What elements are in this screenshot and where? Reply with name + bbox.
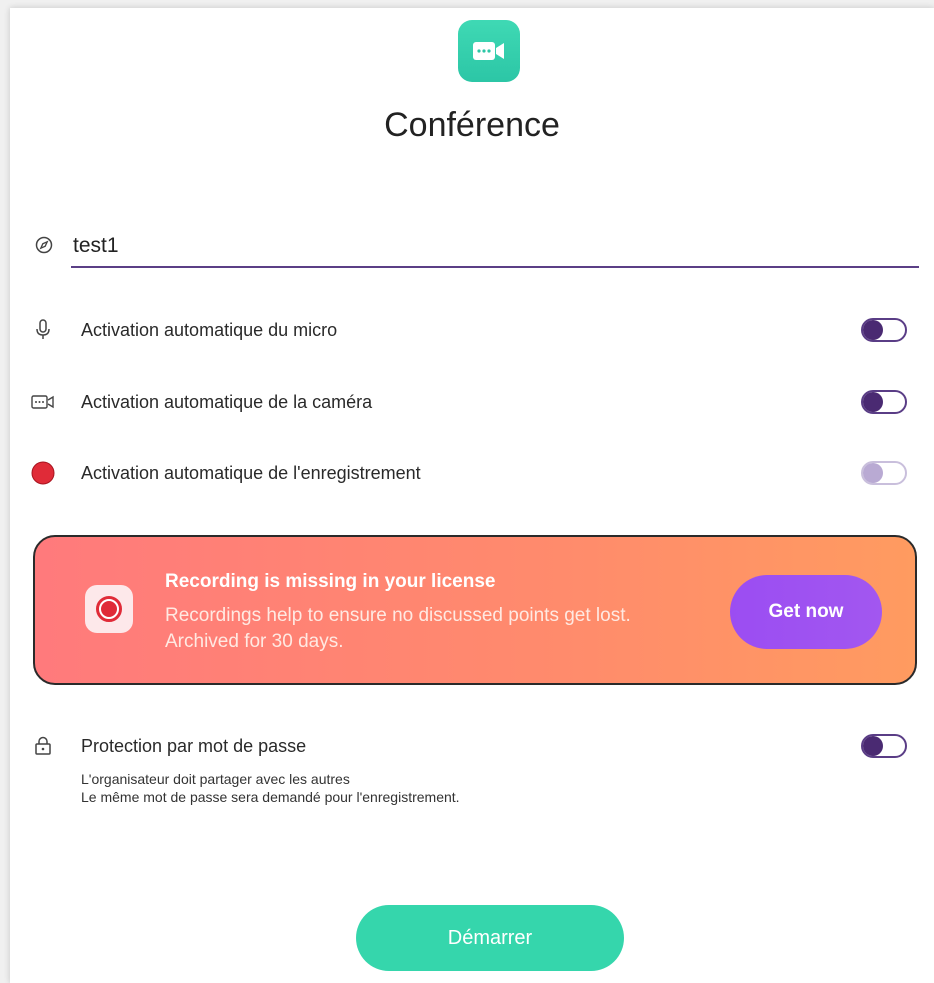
compass-icon (35, 236, 53, 254)
toggle-knob (863, 463, 883, 483)
toggle-knob (863, 320, 883, 340)
microphone-icon (30, 318, 56, 342)
option-password-protection: Protection par mot de passe (10, 726, 934, 766)
camera-icon (30, 390, 56, 414)
option-label: Activation automatique de l'enregistreme… (81, 463, 421, 483)
conference-name-input[interactable] (71, 226, 919, 268)
option-auto-recording: Activation automatique de l'enregistreme… (10, 453, 934, 493)
auto-micro-toggle[interactable] (861, 318, 907, 342)
banner-line-1: Recordings help to ensure no discussed p… (165, 605, 631, 626)
banner-line-2: Archived for 30 days. (165, 631, 344, 652)
record-dot-icon (30, 461, 56, 485)
option-label: Protection par mot de passe (81, 736, 307, 756)
password-toggle[interactable] (861, 734, 907, 758)
banner-title: Recording is missing in your license (165, 571, 496, 592)
record-dot (101, 601, 117, 617)
record-icon (85, 585, 133, 633)
option-auto-camera: Activation automatique de la caméra (10, 382, 934, 422)
auto-camera-toggle[interactable] (861, 390, 907, 414)
toggle-knob (863, 736, 883, 756)
page-title: Conférence (384, 106, 560, 144)
password-hint: L'organisateur doit partager avec les au… (81, 770, 460, 806)
banner-description: Recordings help to ensure no discussed p… (165, 603, 725, 655)
conference-dialog: Conférence Activation automatique du mic… (10, 8, 934, 983)
record-ring (96, 596, 122, 622)
get-now-button[interactable]: Get now (730, 575, 882, 649)
license-upsell-banner: Recording is missing in your license Rec… (33, 535, 917, 685)
auto-recording-toggle[interactable] (861, 461, 907, 485)
password-hint-line-2: Le même mot de passe sera demandé pour l… (81, 789, 460, 805)
video-conference-icon (458, 20, 520, 82)
password-hint-line-1: L'organisateur doit partager avec les au… (81, 771, 350, 787)
lock-icon (30, 734, 56, 758)
start-button[interactable]: Démarrer (356, 905, 624, 971)
toggle-knob (863, 392, 883, 412)
option-auto-micro: Activation automatique du micro (10, 310, 934, 350)
option-label: Activation automatique de la caméra (81, 392, 373, 412)
option-label: Activation automatique du micro (81, 320, 338, 340)
